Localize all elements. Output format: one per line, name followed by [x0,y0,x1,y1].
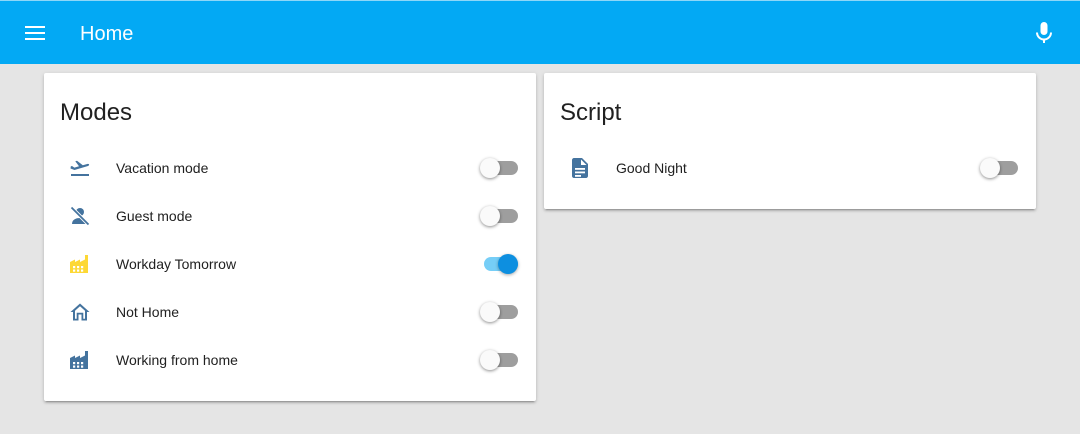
toggle-thumb [480,350,500,370]
entity-row-not-home: Not Home [44,292,536,332]
guest-mode-toggle[interactable] [480,206,520,226]
workday-tomorrow-toggle[interactable] [480,254,520,274]
toggle-thumb [498,254,518,274]
entity-label: Workday Tomorrow [116,256,237,272]
entity-label: Not Home [116,304,180,320]
microphone-icon [1036,22,1052,43]
not-home-toggle[interactable] [480,302,520,322]
modes-card: Modes Vacation mode Guest mode Workday T… [44,73,536,401]
good-night-toggle[interactable] [980,158,1020,178]
menu-button[interactable] [18,19,54,47]
entity-row-vacation-mode: Vacation mode [44,148,536,188]
app-header: Home [0,0,1080,64]
home-outline-icon [70,303,90,321]
card-title: Script [560,99,622,126]
menu-icon [25,26,45,40]
entity-label: Good Night [616,160,687,176]
toggle-thumb [480,158,500,178]
page-title: Home [80,23,134,45]
script-card: Script Good Night [544,73,1036,209]
airplane-takeoff-icon [70,160,90,176]
account-off-icon [69,205,91,227]
entity-label: Working from home [116,352,238,368]
working-from-home-toggle[interactable] [480,350,520,370]
card-title: Modes [60,99,133,126]
entity-label: Vacation mode [116,160,209,176]
factory-icon [70,351,88,369]
voice-command-button[interactable] [1028,17,1060,49]
vacation-mode-toggle[interactable] [480,158,520,178]
entity-label: Guest mode [116,208,193,224]
factory-icon [70,255,88,273]
entity-row-working-from-home: Working from home [44,340,536,380]
entity-row-workday-tomorrow: Workday Tomorrow [44,244,536,284]
toggle-thumb [480,302,500,322]
toggle-thumb [480,206,500,226]
entity-row-good-night: Good Night [544,148,1036,188]
file-document-icon [572,158,588,178]
entity-row-guest-mode: Guest mode [44,196,536,236]
toggle-thumb [980,158,1000,178]
